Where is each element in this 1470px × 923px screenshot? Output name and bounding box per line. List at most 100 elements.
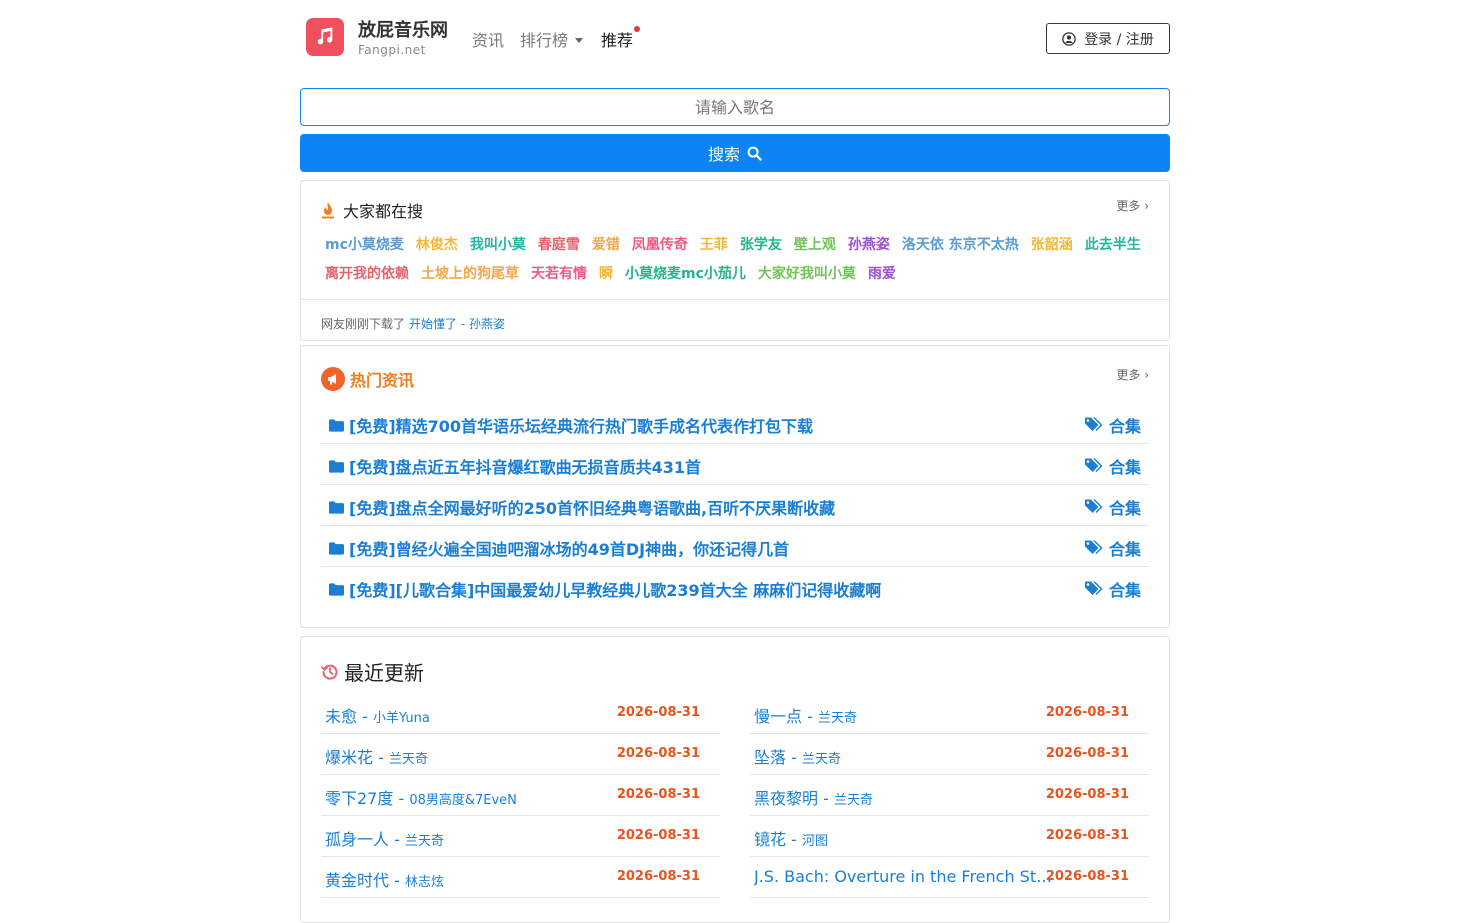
search-icon [747,146,762,161]
hot-searches-header: 大家都在搜 [321,198,423,222]
news-category-label: 合集 [1108,417,1141,436]
song-link[interactable]: 未愈 - 小羊Yuna [325,703,625,727]
news-item: [免费]盘点全网最好听的250首怀旧经典粤语歌曲,百听不厌果断收藏 合集 [321,485,1149,526]
hot-tag[interactable]: 天若有情 [531,260,587,288]
song-artist: 兰天奇 [801,752,841,767]
news-title-link[interactable]: [免费]盘点全网最好听的250首怀旧经典粤语歌曲,百听不厌果断收藏 [329,495,835,519]
song-link[interactable]: 黑夜黎明 - 兰天奇 [754,785,1054,809]
hot-tag[interactable]: 春庭雪 [538,231,580,259]
song-title: 零下27度 [325,789,394,808]
song-artist: 河图 [801,834,828,849]
song-row: J.S. Bach: Overture in the French Style,… [750,857,1149,898]
song-artist: 兰天奇 [404,834,444,849]
hot-searches-title: 大家都在搜 [343,202,424,221]
song-link[interactable]: 慢一点 - 兰天奇 [754,703,1054,727]
hot-tag[interactable]: 张学友 [740,231,782,259]
site-name[interactable]: 放屁音乐网 [358,16,448,42]
recent-list-right: 慢一点 - 兰天奇 2026-08-31 坠落 - 兰天奇 2026-08-31 黑夜黎… [750,693,1149,898]
hot-tag[interactable]: 王菲 [700,231,728,259]
news-item: [免费]精选700首华语乐坛经典流行热门歌手成名代表作打包下载 合集 [321,403,1149,444]
song-title: 黄金时代 [325,871,390,890]
hot-tag[interactable]: 雨爱 [868,260,896,288]
song-title: 慢一点 [754,707,803,726]
hot-tag[interactable]: 林俊杰 [416,231,458,259]
news-category-link[interactable]: 合集 [1084,413,1141,437]
nav-news[interactable]: 资讯 [472,27,504,51]
fire-icon [322,202,334,219]
news-category-link[interactable]: 合集 [1084,495,1141,519]
news-item: [免费]曾经火遍全国迪吧溜冰场的49首DJ神曲，你还记得几首 合集 [321,526,1149,567]
hot-tag[interactable]: 爱错 [592,231,620,259]
news-title: [免费]曾经火遍全国迪吧溜冰场的49首DJ神曲，你还记得几首 [349,540,790,559]
hot-tag[interactable]: 瞬 [599,260,613,288]
music-note-icon[interactable] [306,18,344,56]
song-row: 黄金时代 - 林志炫 2026-08-31 [321,857,720,898]
megaphone-icon [321,367,345,391]
news-title-link[interactable]: [免费]曾经火遍全国迪吧溜冰场的49首DJ神曲，你还记得几首 [329,536,789,560]
hot-tag[interactable]: 孙燕姿 [848,231,890,259]
recent-download-link[interactable]: 开始懂了 - 孙燕姿 [409,317,505,331]
song-title: J.S. Bach: Overture in the French Style,… [754,867,1054,886]
song-artist: 兰天奇 [817,711,857,726]
song-separator: - [393,789,410,808]
news-item: [免费]盘点近五年抖音爆红歌曲无损音质共431首 合集 [321,444,1149,485]
song-link[interactable]: 孤身一人 - 兰天奇 [325,826,625,850]
news-more-link[interactable]: 更多 › [1116,366,1149,383]
nav-charts-dropdown[interactable]: 排行榜 [520,27,584,51]
recent-download: 网友刚刚下载了 开始懂了 - 孙燕姿 [321,315,505,332]
news-category-link[interactable]: 合集 [1084,536,1141,560]
tags-icon [1084,417,1103,431]
divider [301,299,1169,300]
history-icon [321,664,338,680]
search-button-label: 搜索 [707,145,740,164]
news-category-link[interactable]: 合集 [1084,454,1141,478]
tags-icon [1084,499,1103,513]
nav-news-label: 资讯 [472,31,505,50]
tags-icon [1084,581,1103,595]
nav-charts-label: 排行榜 [520,31,569,50]
hot-more-link[interactable]: 更多 › [1116,197,1149,214]
hot-tag[interactable]: 我叫小莫 [470,231,526,259]
song-date: 2026-08-31 [616,705,700,720]
song-link[interactable]: 黄金时代 - 林志炫 [325,867,625,891]
song-link[interactable]: J.S. Bach: Overture in the French Style,… [754,867,1054,886]
nav-recommend-label: 推荐 [601,31,634,50]
hot-tag[interactable]: 洛天依 东京不太热 [902,231,1019,259]
hot-tag[interactable]: 小莫烧麦mc小茄儿 [625,260,746,288]
song-link[interactable]: 爆米花 - 兰天奇 [325,744,625,768]
hot-tag[interactable]: 壁上观 [794,231,836,259]
recent-list-left: 未愈 - 小羊Yuna 2026-08-31 爆米花 - 兰天奇 2026-08-31… [321,693,720,898]
news-title-link[interactable]: [免费]盘点近五年抖音爆红歌曲无损音质共431首 [329,454,701,478]
hot-tag[interactable]: 凤凰传奇 [632,231,688,259]
hot-tag[interactable]: mc小莫烧麦 [325,231,404,259]
hot-tag[interactable]: 此去半生 [1085,231,1141,259]
song-link[interactable]: 坠落 - 兰天奇 [754,744,1054,768]
hot-tag[interactable]: 张韶涵 [1031,231,1073,259]
song-artist: 小羊Yuna [372,711,430,726]
login-register-button[interactable]: 登录 / 注册 [1046,23,1170,54]
hot-news-header: 热门资讯 [321,367,414,391]
news-title-link[interactable]: [免费][儿歌合集]中国最爱幼儿早教经典儿歌239首大全 麻麻们记得收藏啊 [329,577,881,601]
song-link[interactable]: 零下27度 - 08男高度&7EveN [325,785,625,809]
search-button[interactable]: 搜索 [300,134,1170,172]
hot-tag[interactable]: 离开我的依赖 [325,260,409,288]
search-input[interactable] [300,88,1170,126]
nav-recommend[interactable]: 推荐 [601,26,640,51]
song-date: 2026-08-31 [1045,705,1129,720]
song-row: 镜花 - 河图 2026-08-31 [750,816,1149,857]
recent-updates-title: 最近更新 [344,661,424,685]
song-date: 2026-08-31 [616,787,700,802]
song-separator: - [786,748,802,767]
hot-tag[interactable]: 大家好我叫小莫 [758,260,856,288]
song-artist: 林志炫 [404,875,444,890]
song-row: 坠落 - 兰天奇 2026-08-31 [750,734,1149,775]
hot-tag[interactable]: 土坡上的狗尾草 [421,260,519,288]
notification-dot [634,26,640,32]
song-title: 爆米花 [325,748,374,767]
news-title-link[interactable]: [免费]精选700首华语乐坛经典流行热门歌手成名代表作打包下载 [329,413,813,437]
news-category-label: 合集 [1108,581,1141,600]
song-artist: 兰天奇 [388,752,428,767]
song-link[interactable]: 镜花 - 河图 [754,826,1054,850]
news-category-link[interactable]: 合集 [1084,577,1141,601]
hot-news-title: 热门资讯 [350,371,415,390]
